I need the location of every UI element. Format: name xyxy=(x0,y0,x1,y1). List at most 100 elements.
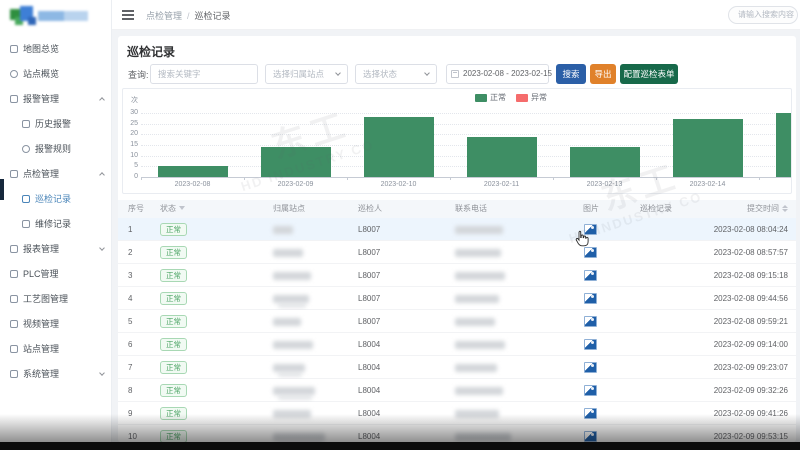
table-row-2[interactable]: 2正常L80072023-02-08 08:57:57 xyxy=(118,241,796,264)
sidebar-item-历史报警[interactable]: 历史报警 xyxy=(0,111,112,136)
filter-caret-icon[interactable] xyxy=(179,206,185,210)
table-row-6[interactable]: 6正常L80042023-02-09 09:14:00 xyxy=(118,333,796,356)
config-inspection-form-button[interactable]: 配置巡检表单 xyxy=(620,64,678,84)
status-select[interactable]: 选择状态 xyxy=(355,64,437,84)
inspector-cell: L8004 xyxy=(358,356,380,379)
image-thumbnail-icon[interactable] xyxy=(584,316,597,327)
status-cell: 正常 xyxy=(160,425,187,442)
table-row-3[interactable]: 3正常L80072023-02-08 09:15:18 xyxy=(118,264,796,287)
image-thumbnail-icon[interactable] xyxy=(584,431,597,442)
inspector-cell: L8004 xyxy=(358,402,380,425)
sidebar-item-PLC管理[interactable]: PLC管理 xyxy=(0,261,112,286)
sidebar-item-系统管理[interactable]: 系统管理 xyxy=(0,361,112,386)
image-thumbnail-icon[interactable] xyxy=(584,247,597,258)
status-badge: 正常 xyxy=(160,361,187,374)
export-button[interactable]: 导出 xyxy=(590,64,616,84)
row-index: 10 xyxy=(128,425,137,442)
image-thumbnail-icon[interactable] xyxy=(584,293,597,304)
image-thumbnail-icon[interactable] xyxy=(584,362,597,373)
x-axis-label: 2023-02-11 xyxy=(467,181,537,188)
collapse-sidebar-icon[interactable] xyxy=(122,10,134,20)
chevron-up-icon[interactable] xyxy=(99,172,105,178)
sidebar-item-站点概览[interactable]: 站点概览 xyxy=(0,61,112,86)
keyword-input[interactable] xyxy=(150,64,258,84)
sidebar-item-维修记录[interactable]: 维修记录 xyxy=(0,211,112,236)
global-search-input[interactable]: 请输入搜索内容 xyxy=(728,6,798,24)
chevron-down-icon xyxy=(335,70,341,76)
legend-item-异常[interactable]: 异常 xyxy=(516,92,547,103)
phone-redacted xyxy=(455,295,499,303)
image-thumbnail-icon[interactable] xyxy=(584,224,597,235)
station-redacted xyxy=(273,272,311,280)
column-header-状态[interactable]: 状态 xyxy=(160,200,230,218)
image-thumbnail-icon[interactable] xyxy=(584,385,597,396)
date-separator: - xyxy=(506,69,509,78)
table-row-7[interactable]: 7正常L80042023-02-09 09:23:07 xyxy=(118,356,796,379)
phone-redacted xyxy=(455,387,503,395)
site-management-icon xyxy=(10,345,18,353)
sidebar-item-工艺图管理[interactable]: 工艺图管理 xyxy=(0,286,112,311)
station-redacted xyxy=(273,318,301,326)
chart-bar-2023-02-11 xyxy=(467,137,537,177)
x-axis-label: 2023-02-15 xyxy=(776,181,793,188)
chevron-down-icon[interactable] xyxy=(99,245,105,251)
station-redacted xyxy=(273,410,311,418)
x-axis-tick xyxy=(347,177,349,180)
sort-icon[interactable] xyxy=(782,205,788,212)
chevron-down-icon[interactable] xyxy=(99,370,105,376)
x-axis-line xyxy=(141,177,791,178)
map-overview-icon xyxy=(10,45,18,53)
status-badge: 正常 xyxy=(160,269,187,282)
breadcrumb-current: 巡检记录 xyxy=(195,11,231,21)
sidebar-item-点检管理[interactable]: 点检管理 xyxy=(0,161,112,186)
inspector-cell: L8004 xyxy=(358,379,380,402)
inspection-management-icon xyxy=(10,170,18,178)
search-button[interactable]: 搜索 xyxy=(556,64,586,84)
date-start: 2023-02-08 xyxy=(463,69,504,78)
station-redacted xyxy=(273,341,313,349)
phone-redacted xyxy=(455,433,511,441)
image-thumbnail-icon[interactable] xyxy=(584,408,597,419)
table-row-1[interactable]: 1正常L80072023-02-08 08:04:24 xyxy=(118,218,796,241)
legend-item-正常[interactable]: 正常 xyxy=(475,92,506,103)
submit-time-cell: 2023-02-08 08:04:24 xyxy=(670,218,788,241)
chevron-up-icon[interactable] xyxy=(99,97,105,103)
breadcrumb-parent[interactable]: 点检管理 xyxy=(146,11,182,21)
table-row-10[interactable]: 10正常L80042023-02-09 09:53:15 xyxy=(118,425,796,442)
phone-redacted xyxy=(455,318,495,326)
sidebar-item-label: 地图总览 xyxy=(23,42,59,55)
sidebar-item-站点管理[interactable]: 站点管理 xyxy=(0,336,112,361)
status-badge: 正常 xyxy=(160,407,187,420)
report-management-icon xyxy=(10,245,18,253)
table-row-5[interactable]: 5正常L80072023-02-08 09:59:21 xyxy=(118,310,796,333)
app-screen: 地图总览站点概览报警管理历史报警报警规则点检管理巡检记录维修记录报表管理PLC管… xyxy=(0,0,800,450)
sidebar-item-视频管理[interactable]: 视频管理 xyxy=(0,311,112,336)
sidebar-item-报警规则[interactable]: 报警规则 xyxy=(0,136,112,161)
sidebar: 地图总览站点概览报警管理历史报警报警规则点检管理巡检记录维修记录报表管理PLC管… xyxy=(0,0,112,442)
row-index: 7 xyxy=(128,356,132,379)
date-range-picker[interactable]: 2023-02-08 - 2023-02-15 xyxy=(446,64,549,84)
process-diagram-icon xyxy=(10,295,18,303)
table-row-4[interactable]: 4正常L80072023-02-08 09:44:56 xyxy=(118,287,796,310)
inspection-record-icon xyxy=(22,195,30,203)
sidebar-item-报警管理[interactable]: 报警管理 xyxy=(0,86,112,111)
sidebar-item-label: 报警管理 xyxy=(23,92,59,105)
row-index: 2 xyxy=(128,241,132,264)
chart-bar-2023-02-08 xyxy=(158,166,228,177)
table-row-9[interactable]: 9正常L80042023-02-09 09:41:26 xyxy=(118,402,796,425)
station-select[interactable]: 选择归属站点 xyxy=(265,64,348,84)
y-axis-tick: 20 xyxy=(123,130,138,137)
chart-bar-2023-02-14 xyxy=(673,119,743,177)
image-thumbnail-icon[interactable] xyxy=(584,270,597,281)
y-axis-tick: 10 xyxy=(123,152,138,159)
submit-time-cell: 2023-02-08 09:44:56 xyxy=(670,287,788,310)
phone-redacted xyxy=(455,272,505,280)
sidebar-item-报表管理[interactable]: 报表管理 xyxy=(0,236,112,261)
image-thumbnail-icon[interactable] xyxy=(584,339,597,350)
table-row-8[interactable]: 8正常L80042023-02-09 09:32:26 xyxy=(118,379,796,402)
sidebar-item-巡检记录[interactable]: 巡检记录 xyxy=(0,186,112,211)
sidebar-item-地图总览[interactable]: 地图总览 xyxy=(0,36,112,61)
status-badge: 正常 xyxy=(160,292,187,305)
breadcrumb-separator: / xyxy=(187,11,190,21)
column-header-提交时间[interactable]: 提交时间 xyxy=(670,200,788,218)
